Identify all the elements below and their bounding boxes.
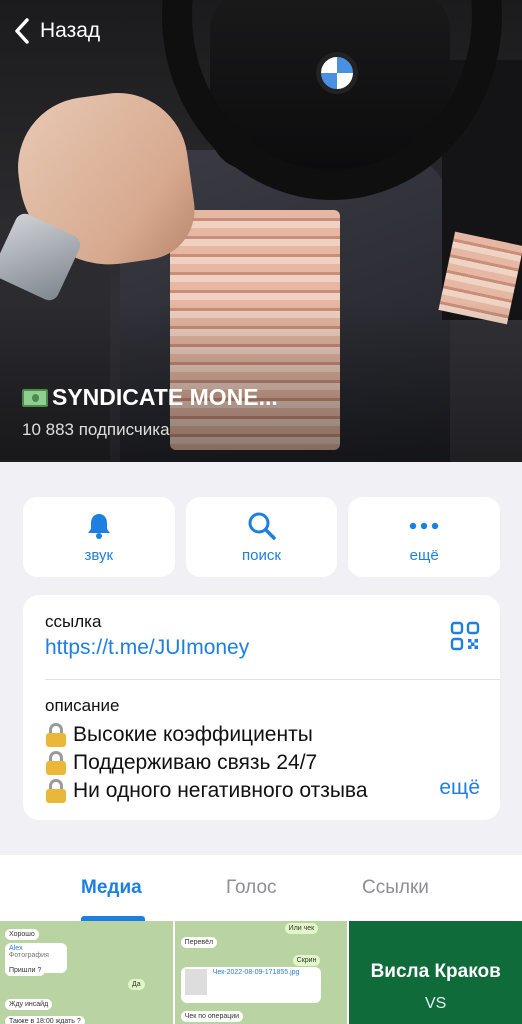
match-title: Висла Краков [370, 961, 501, 982]
back-button[interactable]: Назад [10, 14, 100, 48]
search-icon [247, 511, 277, 541]
more-button[interactable]: ещё [348, 497, 501, 577]
file-thumbnail [184, 969, 207, 995]
description-more-link[interactable]: ещё [431, 776, 480, 800]
chat-bubble: Также в 18:00 ждать ? [5, 1016, 85, 1024]
channel-info-card: ссылка https://t.me/JUImoney описание Вы… [23, 595, 500, 820]
description-caption: описание [45, 696, 120, 715]
media-thumbnail[interactable]: Или чек Перевёл Скрин Чек-2022-08-09-171… [174, 921, 348, 1024]
match-vs: VS [425, 995, 447, 1012]
lock-icon [45, 722, 67, 748]
channel-title-text: SYNDICATE MONE... [52, 384, 278, 410]
search-button[interactable]: поиск [185, 497, 338, 577]
channel-title: SYNDICATE MONE... [22, 384, 278, 411]
tab-voice[interactable]: Голос [226, 877, 277, 899]
media-grid: Хорошо Alex Фотография Пришли ? Да Жду и… [0, 921, 522, 1024]
money-icon [22, 388, 48, 407]
qr-code-icon[interactable] [450, 621, 480, 651]
description-line-text: Ни одного негативного отзыва [73, 779, 368, 802]
subscriber-count: 10 883 подписчика [22, 420, 170, 439]
back-label: Назад [40, 19, 101, 42]
chat-file-name: Чек-2022-08-09-171855.jpg [212, 969, 300, 976]
chat-file-bubble: Чек-2022-08-09-171855.jpg [180, 967, 321, 1003]
tab-media[interactable]: Медиа [81, 877, 142, 899]
action-buttons: звук поиск ещё [23, 497, 501, 577]
description-line: Поддерживаю связь 24/7 [45, 749, 485, 777]
bell-icon [86, 511, 112, 541]
more-dots-icon [409, 511, 439, 541]
more-label: ещё [409, 546, 439, 564]
description-line: Высокие коэффициенты [45, 721, 485, 749]
bmw-logo-icon [316, 52, 358, 94]
link-caption: ссылка [45, 612, 102, 631]
lock-icon [45, 750, 67, 776]
chat-bubble: Чек по операции [180, 1011, 244, 1022]
chat-bubble: Или чек [284, 923, 319, 934]
chat-bubble-text: Фотография [9, 952, 49, 959]
search-label: поиск [242, 546, 281, 564]
chat-bubble: Перевёл [180, 937, 218, 948]
divider [45, 679, 500, 680]
lock-icon [45, 778, 67, 804]
description: Высокие коэффициенты Поддерживаю связь 2… [45, 721, 485, 805]
chat-bubble: Пришли ? [5, 965, 46, 976]
chevron-left-icon [10, 14, 34, 48]
sound-button[interactable]: звук [23, 497, 175, 577]
media-thumbnail[interactable]: Висла Краков VS [349, 921, 522, 1024]
media-thumbnail[interactable]: Хорошо Alex Фотография Пришли ? Да Жду и… [0, 921, 173, 1024]
sound-label: звук [84, 546, 114, 564]
tab-links[interactable]: Ссылки [362, 877, 429, 899]
chat-bubble: Скрин [292, 955, 321, 966]
chat-bubble: Жду инсайд [5, 999, 53, 1010]
description-line-text: Поддерживаю связь 24/7 [73, 751, 318, 774]
channel-link[interactable]: https://t.me/JUImoney [45, 636, 249, 660]
chat-bubble-author: Alex [9, 945, 23, 952]
media-tabs: Медиа Голос Ссылки [0, 855, 522, 921]
description-line: Ни одного негативного отзыва [45, 777, 485, 805]
description-line-text: Высокие коэффициенты [73, 723, 313, 746]
chat-bubble: Да [128, 979, 145, 990]
chat-bubble: Хорошо [5, 929, 39, 940]
